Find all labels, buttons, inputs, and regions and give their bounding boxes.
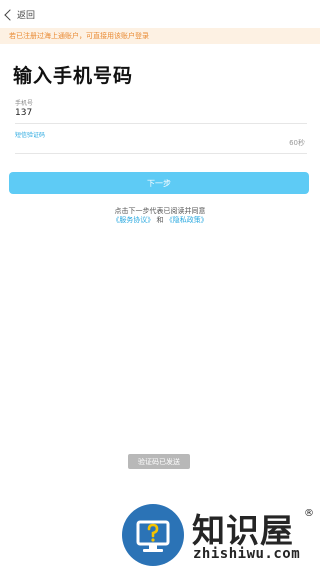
top-bar: 返回 (0, 0, 320, 28)
watermark-url: zhishiwu.com (193, 546, 301, 562)
back-button[interactable]: 返回 (4, 8, 36, 21)
next-button[interactable]: 下一步 (9, 172, 309, 194)
question-monitor-icon (122, 504, 184, 566)
agreement-text: 点击下一步代表已阅读并同意 《服务协议》 和 《隐私政策》 (0, 207, 320, 225)
code-input[interactable] (15, 138, 215, 152)
phone-field: 手机号 (15, 98, 307, 124)
agreement-prefix: 点击下一步代表已阅读并同意 (114, 207, 206, 215)
toast-message: 验证码已发送 (128, 454, 190, 469)
watermark-name: 知识屋 (192, 511, 294, 550)
page-title: 输入手机号码 (13, 65, 134, 87)
next-button-label: 下一步 (147, 178, 171, 188)
agreement-conjunction: 和 (156, 216, 164, 224)
notice-banner: 若已注册过海上通账户，可直接用该账户登录 (0, 28, 320, 44)
watermark-registered-mark: ® (304, 508, 314, 519)
phone-input[interactable] (15, 106, 75, 120)
service-agreement-link[interactable]: 《服务协议》 (112, 216, 154, 224)
toast-text: 验证码已发送 (138, 457, 180, 466)
chevron-left-icon (4, 8, 16, 21)
notice-text: 若已注册过海上通账户，可直接用该账户登录 (9, 32, 149, 40)
code-field: 短信验证码 60秒 (15, 128, 307, 154)
agreement-links-row: 《服务协议》 和 《隐私政策》 (0, 216, 320, 225)
back-label: 返回 (17, 10, 36, 21)
privacy-policy-link[interactable]: 《隐私政策》 (166, 216, 208, 224)
resend-countdown[interactable]: 60秒 (289, 138, 305, 148)
